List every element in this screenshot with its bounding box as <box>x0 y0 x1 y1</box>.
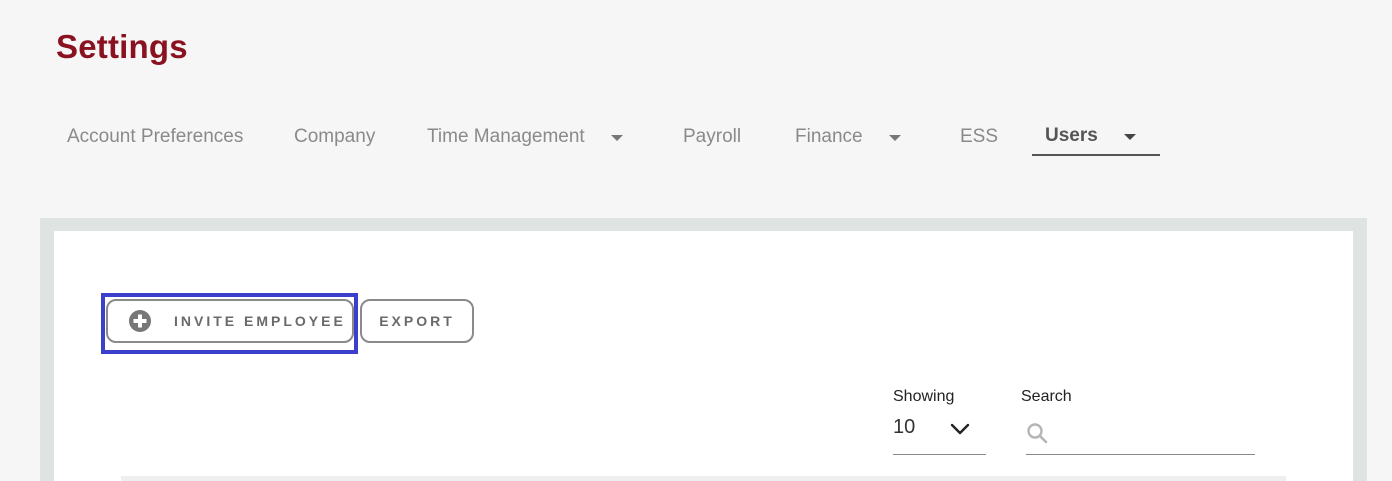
invite-employee-label: INVITE EMPLOYEE <box>174 313 346 329</box>
caret-down-icon <box>610 135 623 141</box>
tab-label: Users <box>1045 125 1098 146</box>
tab-finance[interactable]: Finance <box>795 118 901 156</box>
tab-ess[interactable]: ESS <box>960 118 998 156</box>
export-button[interactable]: EXPORT <box>360 299 474 343</box>
tab-payroll[interactable]: Payroll <box>683 118 741 156</box>
search-field <box>1026 410 1255 455</box>
tab-account-preferences[interactable]: Account Preferences <box>67 118 243 156</box>
tab-company[interactable]: Company <box>294 118 375 156</box>
search-input[interactable] <box>1056 418 1255 448</box>
tab-label: Time Management <box>427 126 585 147</box>
tab-users[interactable]: Users <box>1032 118 1160 156</box>
caret-down-icon <box>888 135 901 141</box>
showing-value: 10 <box>893 416 916 438</box>
tab-label: Company <box>294 126 376 147</box>
tab-label: ESS <box>960 126 999 147</box>
caret-down-icon <box>1123 134 1136 140</box>
tab-label: Payroll <box>683 126 742 147</box>
showing-label: Showing <box>893 388 955 405</box>
table-header <box>121 476 1286 481</box>
search-label: Search <box>1021 388 1072 405</box>
page-title: Settings <box>56 28 188 65</box>
export-label: EXPORT <box>379 313 455 329</box>
invite-employee-button[interactable]: INVITE EMPLOYEE <box>106 299 354 343</box>
tab-time-management[interactable]: Time Management <box>427 118 623 156</box>
tab-label: Account Preferences <box>67 126 244 147</box>
settings-tabs: Account Preferences Company Time Managem… <box>0 118 1392 160</box>
plus-circle-icon <box>129 310 151 332</box>
showing-select[interactable]: 10 <box>893 410 986 455</box>
search-icon <box>1027 423 1048 444</box>
chevron-down-icon <box>950 423 970 435</box>
tab-label: Finance <box>795 126 863 147</box>
